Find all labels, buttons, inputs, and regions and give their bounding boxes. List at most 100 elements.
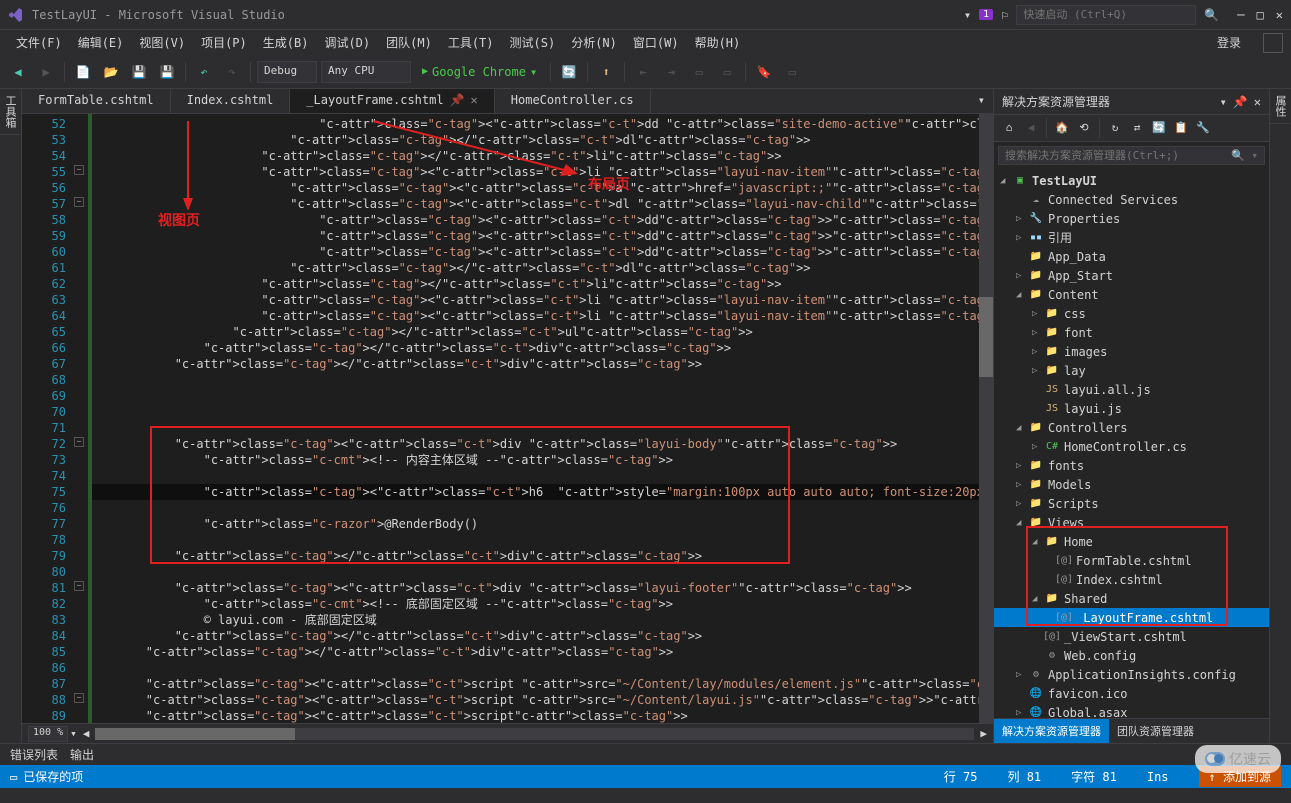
tree-layoutframe[interactable]: _LayoutFrame.cshtml: [1076, 611, 1213, 625]
solution-tree[interactable]: ◢▣TestLayUI ☁Connected Services ▷🔧Proper…: [994, 169, 1269, 718]
bookmark-button[interactable]: 🔖: [752, 60, 776, 84]
tree-appdata[interactable]: App_Data: [1048, 250, 1106, 264]
tree-font[interactable]: font: [1064, 326, 1093, 340]
tree-homecontroller[interactable]: HomeController.cs: [1064, 440, 1187, 454]
tree-shared[interactable]: Shared: [1064, 592, 1107, 606]
sol-collapse-button[interactable]: ⇄: [1128, 118, 1146, 136]
tab-layoutframe[interactable]: _LayoutFrame.cshtml📌✕: [290, 89, 494, 113]
toolbox-panel-tab[interactable]: 工具箱: [0, 89, 20, 135]
sol-properties-button[interactable]: 🔧: [1194, 118, 1212, 136]
notification-badge[interactable]: 1: [979, 9, 993, 20]
platform-combo[interactable]: Any CPU: [321, 61, 411, 83]
menu-file[interactable]: 文件(F): [10, 32, 68, 53]
output-tab[interactable]: 输出: [70, 746, 94, 763]
search-icon[interactable]: 🔍 ▾: [1231, 149, 1258, 162]
menu-tool[interactable]: 工具(T): [442, 32, 500, 53]
tree-fonts[interactable]: fonts: [1048, 459, 1084, 473]
menu-window[interactable]: 窗口(W): [627, 32, 685, 53]
search-icon[interactable]: 🔍: [1204, 8, 1219, 22]
menu-build[interactable]: 生成(B): [257, 32, 315, 53]
tree-connected[interactable]: Connected Services: [1048, 193, 1178, 207]
indent-less-button[interactable]: ⇤: [631, 60, 655, 84]
tabs-overflow-button[interactable]: ▾: [970, 89, 993, 113]
tree-formtable[interactable]: FormTable.cshtml: [1076, 554, 1192, 568]
sol-refresh-button[interactable]: ↻: [1106, 118, 1124, 136]
publish-button[interactable]: ⬆: [594, 60, 618, 84]
editor-vertical-scrollbar[interactable]: [979, 114, 993, 723]
tree-appstart[interactable]: App_Start: [1048, 269, 1113, 283]
editor-horizontal-scrollbar[interactable]: [95, 728, 974, 740]
uncomment-button[interactable]: ▭: [715, 60, 739, 84]
config-combo[interactable]: Debug: [257, 61, 317, 83]
tree-css[interactable]: css: [1064, 307, 1086, 321]
sol-showall-button[interactable]: 🔄: [1150, 118, 1168, 136]
team-explorer-tab[interactable]: 团队资源管理器: [1109, 719, 1202, 743]
nav-back-button[interactable]: ◀: [6, 60, 30, 84]
menu-test[interactable]: 测试(S): [504, 32, 562, 53]
comment-button[interactable]: ▭: [687, 60, 711, 84]
panel-pin-button[interactable]: 📌: [1233, 95, 1248, 109]
sol-copy-button[interactable]: 📋: [1172, 118, 1190, 136]
indent-more-button[interactable]: ⇥: [659, 60, 683, 84]
pin-icon[interactable]: 📌: [450, 93, 465, 107]
browser-link-button[interactable]: 🔄: [557, 60, 581, 84]
tree-home[interactable]: Home: [1064, 535, 1093, 549]
tree-views[interactable]: Views: [1048, 516, 1084, 530]
solution-explorer-tab[interactable]: 解决方案资源管理器: [994, 719, 1109, 743]
menu-edit[interactable]: 编辑(E): [72, 32, 130, 53]
panel-close-button[interactable]: ✕: [1254, 95, 1261, 109]
save-button[interactable]: 💾: [127, 60, 151, 84]
quick-launch-input[interactable]: [1016, 5, 1196, 25]
fold-column[interactable]: −−−−−: [72, 114, 88, 723]
tree-controllers[interactable]: Controllers: [1048, 421, 1127, 435]
tree-index[interactable]: Index.cshtml: [1076, 573, 1163, 587]
tab-index[interactable]: Index.cshtml: [171, 89, 291, 113]
zoom-combo[interactable]: 100 %: [28, 726, 68, 742]
new-project-button[interactable]: 📄: [71, 60, 95, 84]
tree-layuijs[interactable]: layui.js: [1064, 402, 1122, 416]
tree-webconfig[interactable]: Web.config: [1064, 649, 1136, 663]
undo-button[interactable]: ↶: [192, 60, 216, 84]
menu-analyze[interactable]: 分析(N): [565, 32, 623, 53]
tree-content[interactable]: Content: [1048, 288, 1099, 302]
redo-button[interactable]: ↷: [220, 60, 244, 84]
tab-formtable[interactable]: FormTable.cshtml: [22, 89, 171, 113]
bookmark-group-button[interactable]: ▭: [780, 60, 804, 84]
error-list-tab[interactable]: 错误列表: [10, 746, 58, 763]
panel-dropdown-button[interactable]: ▾: [1220, 95, 1227, 109]
tree-lay[interactable]: lay: [1064, 364, 1086, 378]
tab-homecontroller[interactable]: HomeController.cs: [495, 89, 651, 113]
sol-back-button[interactable]: ◀: [1022, 118, 1040, 136]
tree-layuialljs[interactable]: layui.all.js: [1064, 383, 1151, 397]
close-button[interactable]: ✕: [1276, 8, 1283, 22]
menu-team[interactable]: 团队(M): [380, 32, 438, 53]
tree-properties[interactable]: Properties: [1048, 212, 1120, 226]
menu-project[interactable]: 项目(P): [195, 32, 253, 53]
tree-viewstart[interactable]: _ViewStart.cshtml: [1064, 630, 1187, 644]
solution-search-input[interactable]: [1005, 149, 1231, 162]
tree-appinsights[interactable]: ApplicationInsights.config: [1048, 668, 1236, 682]
tree-project[interactable]: TestLayUI: [1032, 174, 1097, 188]
menu-help[interactable]: 帮助(H): [689, 32, 747, 53]
user-icon[interactable]: [1263, 33, 1283, 53]
sol-home-button[interactable]: ⌂: [1000, 118, 1018, 136]
notification-flag-icon[interactable]: ▾: [964, 8, 971, 22]
tree-favicon[interactable]: favicon.ico: [1048, 687, 1127, 701]
properties-panel-tab[interactable]: 属性: [1270, 89, 1290, 124]
minimize-button[interactable]: ─: [1237, 8, 1244, 22]
tree-scripts[interactable]: Scripts: [1048, 497, 1099, 511]
open-button[interactable]: 📂: [99, 60, 123, 84]
maximize-button[interactable]: □: [1257, 8, 1264, 22]
tree-images[interactable]: images: [1064, 345, 1107, 359]
tree-global[interactable]: Global.asax: [1048, 706, 1127, 719]
tree-references[interactable]: 引用: [1048, 229, 1072, 246]
sol-sync-button[interactable]: ⟲: [1075, 118, 1093, 136]
login-button[interactable]: 登录: [1209, 32, 1249, 53]
save-all-button[interactable]: 💾: [155, 60, 179, 84]
sol-home2-button[interactable]: 🏠: [1053, 118, 1071, 136]
close-tab-icon[interactable]: ✕: [471, 93, 478, 107]
menu-view[interactable]: 视图(V): [133, 32, 191, 53]
tree-models[interactable]: Models: [1048, 478, 1091, 492]
code-editor[interactable]: "c-attr">class="c-tag"><"c-attr">class="…: [88, 114, 979, 723]
menu-debug[interactable]: 调试(D): [318, 32, 376, 53]
